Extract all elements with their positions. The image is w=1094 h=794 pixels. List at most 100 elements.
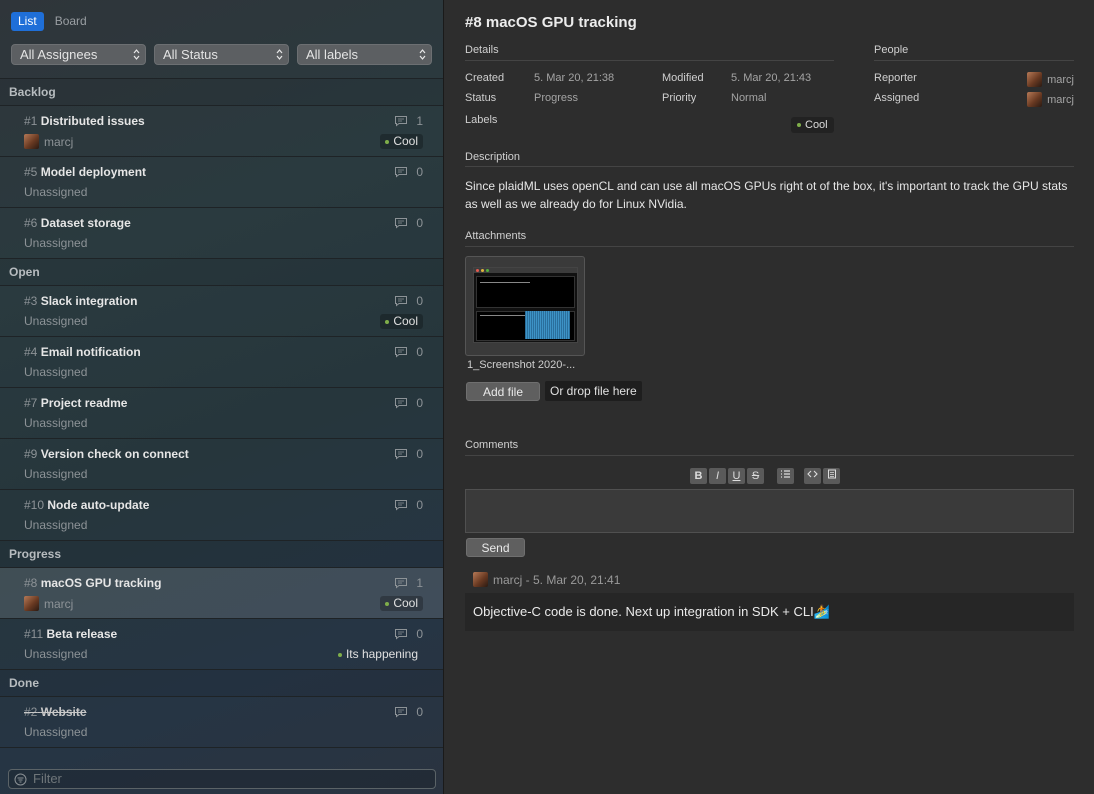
assigned-label: Assigned <box>874 92 920 104</box>
list-toolbar <box>777 468 794 484</box>
assignee-name: Unassigned <box>24 365 88 379</box>
code-toolbar <box>804 468 840 484</box>
labels-filter-value: All labels <box>306 47 359 62</box>
label-tag: Its happening <box>333 647 423 662</box>
list-icon <box>781 470 790 478</box>
comment-count-value: 0 <box>416 498 423 512</box>
issue-number: #8 <box>24 576 38 590</box>
issue-row-title: #10 Node auto-update <box>24 498 149 512</box>
issue-assignee: Unassigned <box>24 314 87 328</box>
comment-count: 0 <box>394 165 423 179</box>
status-value[interactable]: Progress <box>534 92 578 104</box>
comment-input[interactable] <box>465 489 1074 533</box>
assignee-name: Unassigned <box>24 185 88 199</box>
issue-assignee: Unassigned <box>24 416 87 430</box>
comment-count-value: 0 <box>416 705 423 719</box>
created-value: 5. Mar 20, 21:38 <box>534 72 615 84</box>
issue-row-title: #3 Slack integration <box>24 294 137 308</box>
issue-title-text: Dataset storage <box>40 216 131 230</box>
filter-placeholder: Filter <box>33 771 62 786</box>
issue-row[interactable]: #7 Project readme 0 Unassigned <box>0 388 443 439</box>
section-header: Progress <box>0 541 443 568</box>
issue-row-title: #5 Model deployment <box>24 165 146 179</box>
section-header: Open <box>0 259 443 286</box>
format-toolbar: B I U S <box>690 468 764 484</box>
divider <box>465 166 1074 167</box>
assigned-person[interactable]: marcj <box>1027 92 1074 107</box>
filter-input[interactable]: Filter <box>8 769 436 789</box>
code-block-button[interactable] <box>823 468 840 484</box>
comment-count-value: 0 <box>416 345 423 359</box>
divider <box>465 246 1074 247</box>
filter-icon <box>14 773 27 786</box>
issue-title-text: Model deployment <box>40 165 147 179</box>
tab-board[interactable]: Board <box>48 12 94 31</box>
issue-row[interactable]: #11 Beta release 0 Unassigned Its happening <box>0 619 443 670</box>
comment-count: 0 <box>394 627 423 641</box>
comment-icon <box>395 707 408 718</box>
issue-row[interactable]: #4 Email notification 0 Unassigned <box>0 337 443 388</box>
code-button[interactable] <box>804 468 821 484</box>
avatar <box>1027 92 1043 107</box>
issue-assignee: Unassigned <box>24 518 87 532</box>
comment-count-value: 0 <box>416 447 423 461</box>
issue-row[interactable]: #9 Version check on connect 0 Unassigned <box>0 439 443 490</box>
priority-label: Priority <box>662 92 697 104</box>
code-icon <box>807 470 818 478</box>
label-color-dot <box>337 652 342 657</box>
labels-filter-select[interactable]: All labels <box>297 44 432 65</box>
issue-assignee: Unassigned <box>24 467 87 481</box>
issue-number: #1 <box>24 114 38 128</box>
underline-button[interactable]: U <box>728 468 745 484</box>
bold-button[interactable]: B <box>690 468 707 484</box>
comment-count: 0 <box>394 294 423 308</box>
select-arrows-icon <box>419 49 426 60</box>
tab-list[interactable]: List <box>11 12 44 31</box>
modified-value: 5. Mar 20, 21:43 <box>731 72 812 84</box>
drop-zone-text[interactable]: Or drop file here <box>545 381 642 401</box>
issue-number: #2 <box>24 705 38 719</box>
issue-row-title: #9 Version check on connect <box>24 447 189 461</box>
view-tabs: List Board <box>11 12 94 31</box>
issue-row-title: #8 macOS GPU tracking <box>24 576 161 590</box>
issue-row[interactable]: #6 Dataset storage 0 Unassigned <box>0 208 443 259</box>
comment-count-value: 0 <box>416 627 423 641</box>
assignee-name: Unassigned <box>24 725 88 739</box>
add-file-button[interactable]: Add file <box>466 382 540 401</box>
list-button[interactable] <box>777 468 794 484</box>
avatar <box>473 572 488 587</box>
description-heading: Description <box>465 151 521 163</box>
strikethrough-button[interactable]: S <box>747 468 764 484</box>
select-arrows-icon <box>133 49 140 60</box>
comment-icon <box>395 167 408 178</box>
label-color-dot <box>797 123 801 127</box>
attachment-thumbnail[interactable] <box>465 256 585 356</box>
comment-body: Objective-C code is done. Next up integr… <box>465 593 1074 631</box>
comment-icon <box>395 449 408 460</box>
label-tag[interactable]: Cool <box>791 117 834 133</box>
issue-row[interactable]: #5 Model deployment 0 Unassigned <box>0 157 443 208</box>
issue-title-text: Distributed issues <box>40 114 145 128</box>
comment-icon <box>395 578 408 589</box>
status-filter-select[interactable]: All Status <box>154 44 289 65</box>
avatar <box>24 596 39 611</box>
section-header: Backlog <box>0 79 443 106</box>
comment-count: 0 <box>394 447 423 461</box>
section-header: Done <box>0 670 443 697</box>
status-filter-value: All Status <box>163 47 218 62</box>
issue-row[interactable]: #8 macOS GPU tracking 1 marcj Cool <box>0 568 443 619</box>
issue-row[interactable]: #10 Node auto-update 0 Unassigned <box>0 490 443 541</box>
issue-number: #5 <box>24 165 38 179</box>
issue-row[interactable]: #1 Distributed issues 1 marcj Cool <box>0 106 443 157</box>
reporter-person[interactable]: marcj <box>1027 72 1074 87</box>
send-button[interactable]: Send <box>466 538 525 557</box>
priority-value[interactable]: Normal <box>731 92 766 104</box>
comment-count-value: 0 <box>416 165 423 179</box>
issue-row[interactable]: #3 Slack integration 0 Unassigned Cool <box>0 286 443 337</box>
issue-description[interactable]: Since plaidML uses openCL and can use al… <box>465 177 1075 213</box>
italic-button[interactable]: I <box>709 468 726 484</box>
assignee-filter-select[interactable]: All Assignees <box>11 44 146 65</box>
issue-row-title: #1 Distributed issues <box>24 114 145 128</box>
issue-row-title: #6 Dataset storage <box>24 216 131 230</box>
issue-row[interactable]: #2 Website 0 Unassigned <box>0 697 443 748</box>
